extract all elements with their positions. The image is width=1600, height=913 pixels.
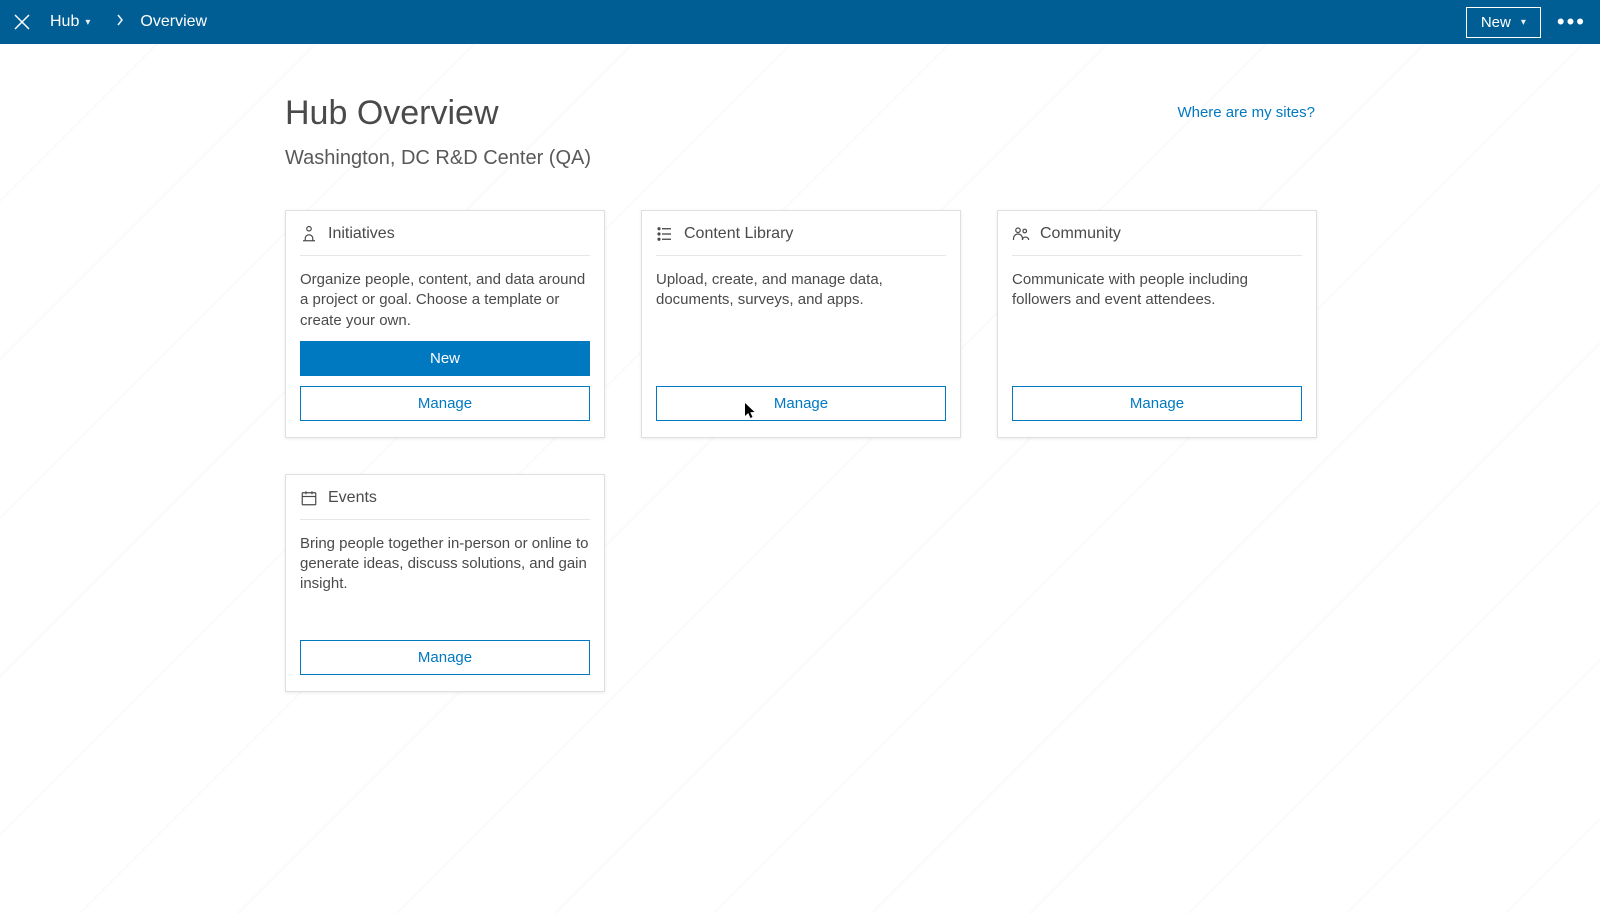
- card-title: Community: [1040, 225, 1121, 243]
- page-subtitle: Washington, DC R&D Center (QA): [285, 147, 1315, 170]
- initiatives-icon: [300, 225, 318, 243]
- card-content-library: Content Library Upload, create, and mana…: [641, 210, 961, 438]
- list-icon: [656, 225, 674, 243]
- page-header: Hub Overview Where are my sites?: [285, 94, 1315, 133]
- community-icon: [1012, 225, 1030, 243]
- close-icon: [13, 13, 31, 31]
- community-manage-button[interactable]: Manage: [1012, 386, 1302, 421]
- breadcrumb-separator-icon: [116, 13, 124, 31]
- top-bar: Hub ▾ Overview New ▾ •••: [0, 0, 1600, 44]
- card-header: Content Library: [656, 225, 946, 256]
- content-library-manage-button[interactable]: Manage: [656, 386, 946, 421]
- chevron-down-icon: ▾: [1521, 17, 1526, 28]
- card-header: Community: [1012, 225, 1302, 256]
- top-bar-left: Hub ▾ Overview: [10, 10, 207, 34]
- content-container: Hub Overview Where are my sites? Washing…: [285, 94, 1315, 692]
- card-events: Events Bring people together in-person o…: [285, 474, 605, 692]
- card-community: Community Communicate with people includ…: [997, 210, 1317, 438]
- ellipsis-icon: •••: [1557, 9, 1586, 34]
- where-are-my-sites-link[interactable]: Where are my sites?: [1177, 104, 1315, 121]
- card-title: Events: [328, 489, 377, 507]
- initiatives-manage-button[interactable]: Manage: [300, 386, 590, 421]
- card-description: Communicate with people including follow…: [1012, 270, 1302, 311]
- card-description: Organize people, content, and data aroun…: [300, 270, 590, 331]
- hub-dropdown[interactable]: Hub ▾: [44, 11, 96, 33]
- card-grid: Initiatives Organize people, content, an…: [285, 210, 1315, 692]
- hub-dropdown-label: Hub: [50, 13, 79, 31]
- initiatives-new-button[interactable]: New: [300, 341, 590, 376]
- card-header: Events: [300, 489, 590, 520]
- chevron-down-icon: ▾: [85, 17, 90, 28]
- calendar-icon: [300, 489, 318, 507]
- main-stage: Hub Overview Where are my sites? Washing…: [0, 44, 1600, 913]
- top-bar-right: New ▾ •••: [1466, 7, 1590, 38]
- card-header: Initiatives: [300, 225, 590, 256]
- card-description: Bring people together in-person or onlin…: [300, 534, 590, 595]
- events-manage-button[interactable]: Manage: [300, 640, 590, 675]
- breadcrumb-current: Overview: [140, 13, 207, 31]
- card-title: Initiatives: [328, 225, 395, 243]
- card-title: Content Library: [684, 225, 793, 243]
- card-initiatives: Initiatives Organize people, content, an…: [285, 210, 605, 438]
- new-dropdown[interactable]: New ▾: [1466, 7, 1541, 38]
- card-description: Upload, create, and manage data, documen…: [656, 270, 946, 311]
- more-menu-button[interactable]: •••: [1553, 11, 1590, 33]
- page-title: Hub Overview: [285, 94, 499, 133]
- new-dropdown-label: New: [1481, 14, 1511, 31]
- close-button[interactable]: [10, 10, 34, 34]
